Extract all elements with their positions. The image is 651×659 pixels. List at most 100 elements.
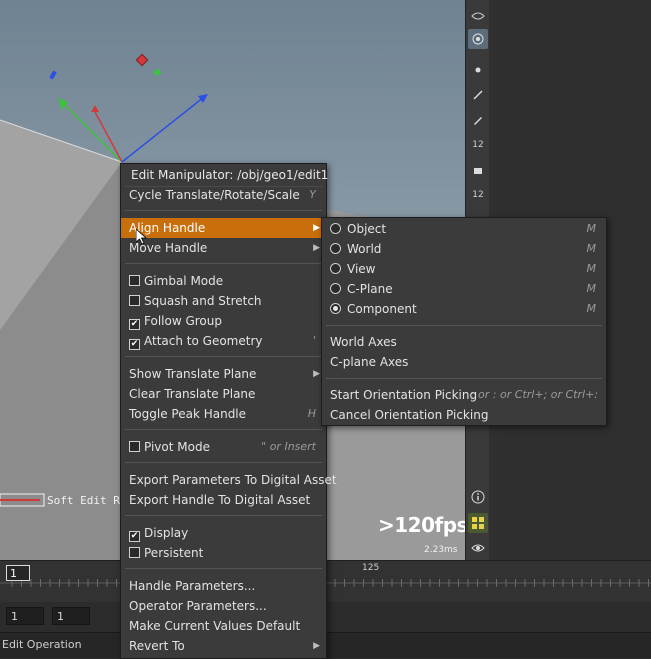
menu-item-label: C-Plane bbox=[347, 282, 393, 296]
fps-readout: >120fps bbox=[378, 513, 465, 537]
submenu-arrow-icon: ▶ bbox=[313, 223, 320, 233]
menu-item-label: Export Parameters To Digital Asset bbox=[129, 473, 337, 487]
menu-item-cycle-trs[interactable]: Cycle Translate/Rotate/Scale Y bbox=[121, 185, 326, 205]
menu-item-label: World bbox=[347, 242, 382, 256]
axis-z-arrow-icon[interactable] bbox=[198, 94, 208, 103]
menu-item-shortcut: M bbox=[586, 262, 597, 275]
menu-item-pivot-mode[interactable]: Pivot Mode " or Insert bbox=[121, 437, 326, 457]
mouse-cursor-icon bbox=[136, 229, 148, 245]
radio-icon[interactable] bbox=[330, 263, 341, 274]
submenu-item-cplane[interactable]: C-Plane M bbox=[322, 279, 606, 299]
current-frame-marker[interactable]: 1 bbox=[6, 565, 30, 581]
layers-12-icon[interactable]: 12 bbox=[468, 185, 488, 205]
view-icon[interactable] bbox=[468, 6, 488, 26]
menu-item-show-translate-plane[interactable]: Show Translate Plane ▶ bbox=[121, 364, 326, 384]
menu-item-display[interactable]: ✔ Display bbox=[121, 523, 326, 543]
menu-item-label: Show Translate Plane bbox=[129, 367, 257, 381]
eye-icon[interactable] bbox=[468, 538, 488, 558]
checkbox-icon[interactable] bbox=[129, 547, 140, 558]
menu-item-label: Toggle Peak Handle bbox=[129, 407, 247, 421]
menu-item-label: Follow Group bbox=[144, 314, 222, 328]
axis-x-arrow-icon[interactable] bbox=[91, 105, 99, 112]
menu-item-label: Revert To bbox=[129, 639, 185, 653]
submenu-item-start-orientation-picking[interactable]: Start Orientation Picking; or : or Ctrl+… bbox=[322, 385, 606, 405]
menu-item-follow-group[interactable]: ✔ Follow Group bbox=[121, 311, 326, 331]
menu-item-attach-geometry[interactable]: ✔ Attach to Geometry ' bbox=[121, 331, 326, 351]
submenu-arrow-icon: ▶ bbox=[313, 641, 320, 651]
menu-item-label: Cancel Orientation Picking bbox=[330, 408, 489, 422]
scale-handle-green[interactable] bbox=[153, 68, 162, 77]
menu-item-label: View bbox=[347, 262, 376, 276]
start-frame-field[interactable]: 1 bbox=[6, 607, 44, 625]
checkbox-icon[interactable] bbox=[129, 441, 140, 452]
radio-icon[interactable] bbox=[330, 243, 341, 254]
menu-item-handle-parameters[interactable]: Handle Parameters... bbox=[121, 576, 326, 596]
menu-item-label: Export Handle To Digital Asset bbox=[129, 493, 311, 507]
menu-item-export-handle[interactable]: Export Handle To Digital Asset bbox=[121, 490, 326, 510]
checkbox-checked-icon[interactable]: ✔ bbox=[129, 339, 140, 350]
number-12-icon[interactable]: 12 bbox=[468, 135, 488, 155]
checkbox-checked-icon[interactable]: ✔ bbox=[129, 319, 140, 330]
menu-item-label: Make Current Values Default bbox=[129, 619, 301, 633]
context-menu: Edit Manipulator: /obj/geo1/edit1 Cycle … bbox=[120, 163, 337, 659]
menu-item-label: Start Orientation Picking bbox=[330, 388, 478, 402]
menu-item-squash-stretch[interactable]: Squash and Stretch bbox=[121, 291, 326, 311]
menu-item-shortcut: M bbox=[586, 302, 597, 315]
pen-icon[interactable] bbox=[468, 110, 488, 130]
menu-item-label: C-plane Axes bbox=[330, 355, 409, 369]
menu-item-make-default[interactable]: Make Current Values Default bbox=[121, 616, 326, 636]
submenu-item-world[interactable]: World M bbox=[322, 239, 606, 259]
checkbox-icon[interactable] bbox=[129, 275, 140, 286]
menu-item-label: Component bbox=[347, 302, 417, 316]
menu-item-revert-to[interactable]: Revert To ▶ bbox=[121, 636, 326, 656]
menu-item-label: Cycle Translate/Rotate/Scale bbox=[129, 188, 300, 202]
menu-item-label: Display bbox=[144, 526, 189, 540]
submenu-item-object[interactable]: Object M bbox=[322, 219, 606, 239]
timeline-tick-label: 125 bbox=[362, 563, 380, 573]
grid-icon[interactable] bbox=[468, 513, 488, 533]
menu-item-shortcut: H bbox=[307, 407, 316, 420]
submenu-item-view[interactable]: View M bbox=[322, 259, 606, 279]
menu-item-clear-translate-plane[interactable]: Clear Translate Plane bbox=[121, 384, 326, 404]
menu-item-shortcut: M bbox=[586, 222, 597, 235]
frame-time-readout: 2.23ms bbox=[424, 545, 458, 555]
menu-header: Edit Manipulator: /obj/geo1/edit1 bbox=[131, 168, 329, 182]
end-frame-field[interactable]: 1 bbox=[52, 607, 90, 625]
menu-item-shortcut: M bbox=[586, 242, 597, 255]
radio-selected-icon[interactable] bbox=[330, 303, 341, 314]
menu-item-export-parameters[interactable]: Export Parameters To Digital Asset bbox=[121, 470, 337, 490]
submenu-item-cancel-orientation-picking[interactable]: Cancel Orientation Picking bbox=[322, 405, 606, 425]
menu-item-toggle-peak-handle[interactable]: Toggle Peak Handle H bbox=[121, 404, 326, 424]
menu-item-persistent[interactable]: Persistent bbox=[121, 543, 326, 563]
submenu-item-world-axes[interactable]: World Axes bbox=[322, 332, 606, 352]
menu-item-shortcut: Y bbox=[309, 188, 316, 201]
checkbox-checked-icon[interactable]: ✔ bbox=[129, 531, 140, 542]
scale-handle-red[interactable] bbox=[135, 53, 149, 67]
checkbox-icon[interactable] bbox=[129, 295, 140, 306]
axis-z-line[interactable] bbox=[121, 96, 205, 163]
submenu-item-component[interactable]: Component M bbox=[322, 299, 606, 319]
menu-item-label: Handle Parameters... bbox=[129, 579, 256, 593]
menu-item-shortcut: ' bbox=[312, 334, 316, 347]
radio-icon[interactable] bbox=[330, 223, 341, 234]
menu-item-label: Persistent bbox=[144, 546, 204, 560]
menu-item-operator-parameters[interactable]: Operator Parameters... bbox=[121, 596, 326, 616]
align-handle-submenu: Object M World M View M C-Plane M Component M… bbox=[321, 217, 607, 426]
info-icon[interactable] bbox=[468, 487, 488, 507]
dot-icon[interactable] bbox=[468, 60, 488, 80]
menu-item-label: Gimbal Mode bbox=[144, 274, 224, 288]
brush-icon[interactable] bbox=[468, 85, 488, 105]
menu-item-label: Clear Translate Plane bbox=[129, 387, 256, 401]
menu-item-label: Pivot Mode bbox=[144, 440, 210, 454]
handle-icon[interactable] bbox=[468, 29, 488, 49]
menu-item-label: World Axes bbox=[330, 335, 397, 349]
radio-icon[interactable] bbox=[330, 283, 341, 294]
paint-icon[interactable] bbox=[468, 160, 488, 180]
menu-item-align-handle[interactable]: Align Handle ▶ bbox=[121, 218, 326, 238]
axis-y-arrow-icon[interactable] bbox=[58, 98, 68, 110]
menu-item-move-handle[interactable]: Move Handle ▶ bbox=[121, 238, 326, 258]
submenu-item-cplane-axes[interactable]: C-plane Axes bbox=[322, 352, 606, 372]
menu-item-label: Object bbox=[347, 222, 387, 236]
menu-item-gimbal-mode[interactable]: Gimbal Mode bbox=[121, 271, 326, 291]
scale-handle-blue[interactable] bbox=[49, 70, 57, 80]
